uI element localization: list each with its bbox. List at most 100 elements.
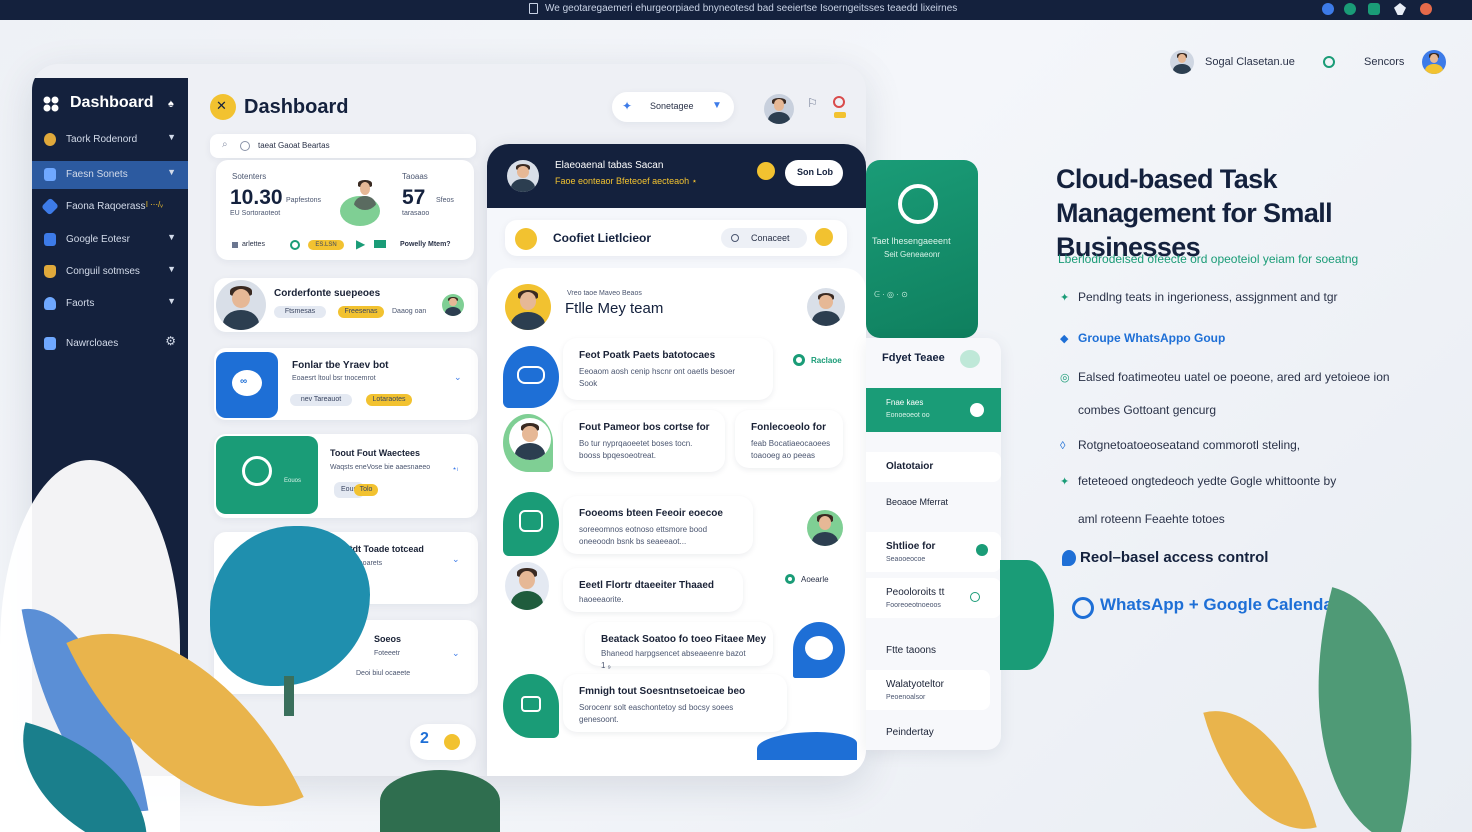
feature-item: ◊ Rotgnetoatoeoseatand commorotl steling, <box>1060 438 1300 452</box>
task-card[interactable]: Eouos Toout Fout Waectees Waqsts eneVose… <box>214 434 478 518</box>
member-avatar <box>807 510 843 546</box>
task-row[interactable]: Shtlioe for Seaooeocoe <box>866 532 1001 572</box>
sparkle-icon: ✦ <box>1060 476 1070 488</box>
chat-header-button[interactable]: Son Lob <box>785 160 843 186</box>
whatsapp-card[interactable]: Taet lhesengaeeent Seit Geneaeonr ᕮ · ◎ … <box>866 160 978 338</box>
message-title: Fonlecoeolo for <box>751 422 826 433</box>
team-icon <box>44 168 56 181</box>
sidebar-item-label: Faona Raqoerass <box>66 201 146 212</box>
chat-subtitle: Faoe eonteaor Bfeteoef aecteaoh ⋆ <box>555 176 698 186</box>
alert-icon[interactable] <box>833 96 845 108</box>
chat-message[interactable]: Feot Poatk Paets batotocaes Eeoaom aosh … <box>563 338 773 400</box>
chat-message[interactable]: Fmnigh tout Soesntnsetoeicae beo Sorocen… <box>563 674 787 732</box>
sidebar-item-label: Faorts <box>66 298 95 309</box>
top-bar: We geotaregaemeri ehurgeorpiaed bnyneote… <box>0 0 1472 20</box>
integration-icon <box>1072 597 1094 619</box>
profile-avatar[interactable] <box>1422 50 1446 74</box>
chat-message[interactable]: Eeetl Flortr dtaeeiter Thaaed haoeeaorit… <box>563 568 743 612</box>
whatsapp-icon[interactable] <box>1344 3 1356 15</box>
sidebar-item-settings[interactable]: Conguil sotmses ▼ <box>32 258 188 286</box>
notification-icon[interactable]: ⚐ <box>807 96 818 110</box>
card-tag: Freesenas <box>338 306 384 318</box>
task-row[interactable]: Olatotaior <box>866 452 1001 482</box>
stem-decoration <box>284 676 294 716</box>
sidebar-item-progress[interactable]: Faona Raqoerass l ⋯/ᵥ <box>32 193 188 221</box>
calendar-icon[interactable] <box>1368 3 1380 15</box>
page-title: Dashboard <box>244 96 349 118</box>
online-status-icon <box>785 574 795 584</box>
team-name: Ftlle Mey team <box>565 300 664 317</box>
message-body: Bo tur nyprqaoeetet boses tocn. booss bp… <box>579 439 693 460</box>
user-icon <box>44 297 56 310</box>
floating-action-button[interactable]: 2 <box>410 724 476 760</box>
status-icon <box>976 544 988 556</box>
chat-icon[interactable] <box>1322 3 1334 15</box>
play-icon[interactable]: ▶ <box>356 237 365 251</box>
task-row[interactable]: Ftte taoons <box>866 636 1001 666</box>
task-row[interactable]: Beoaoe Mferrat <box>866 488 1001 518</box>
square-icon <box>232 242 238 248</box>
card-sub: Eoaesrt ltoul bsr tnocemrot <box>292 375 376 382</box>
more-icon[interactable]: ⋆ₗ <box>452 464 458 473</box>
chat-message[interactable]: Fonlecoeolo for feab Bocatiaeocaoees toa… <box>735 410 843 468</box>
green-card-controls: ᕮ · ◎ · ⊙ <box>874 290 908 299</box>
chevron-down-icon[interactable]: ⌄ <box>454 372 462 383</box>
selected-task-row[interactable]: Fnae kaes Eonoeoeot oo <box>866 388 1001 432</box>
message-title: Eeetl Flortr dtaeeiter Thaaed <box>579 580 715 591</box>
whatsapp-icon <box>898 184 938 224</box>
chat-bubble-icon[interactable] <box>789 618 849 682</box>
task-row[interactable]: Peindertay <box>866 718 1001 748</box>
feature-item: ✦ Pendlng teats in ingerioness, assjgnmen… <box>1060 290 1338 304</box>
chevron-down-icon[interactable]: ⌄ <box>452 554 460 565</box>
filter-icon <box>240 141 250 151</box>
bar-icon <box>374 240 386 248</box>
sidebar-item-reports[interactable]: Faorts ▼ <box>32 290 188 318</box>
card-tag: nev Tareauot <box>290 394 352 406</box>
message-body: Eeoaom aosh cenip hscnr ont oaetls besoe… <box>579 367 736 388</box>
check-icon <box>970 403 984 417</box>
chat-icon <box>503 346 559 408</box>
chat-message[interactable]: Fooeoms bteen Feeoir eoecoe soreeomnos e… <box>563 496 753 554</box>
gear-icon: ⚙ <box>165 334 176 348</box>
card-title: Fonlar tbe Yraev bot <box>292 360 389 371</box>
search-bar[interactable]: ⌕ taeat Gaoat Beartas <box>210 134 476 158</box>
filter-dropdown[interactable]: ✦ Sonetagee ▼ <box>612 92 734 122</box>
user-avatar[interactable] <box>1170 50 1194 74</box>
feature-text: aml roteenn Feaehte totoes <box>1078 512 1225 526</box>
search-label[interactable]: Sencors <box>1364 56 1404 68</box>
sidebar-item-google[interactable]: Google Eotesr ▼ <box>32 226 188 254</box>
card-title: Toout Fout Waectees <box>330 448 420 458</box>
contact-bar[interactable]: Coofiet Lietlcieor Conaceet <box>505 220 847 256</box>
record-icon[interactable] <box>1420 3 1432 15</box>
status-ring-icon <box>290 240 300 250</box>
sidebar-item-workloads[interactable]: Nawrcloaes ⚙ <box>32 330 188 358</box>
feature-text: combes Gottoant gencurg <box>1078 403 1217 417</box>
user-name[interactable]: Sogal Clasetan.ue <box>1205 56 1295 68</box>
status-label: Aoearle <box>801 575 829 584</box>
section-title: Fdyet Teaee <box>882 352 945 364</box>
task-card[interactable]: ∞ Fonlar tbe Yraev bot Eoaesrt ltoul bsr… <box>214 348 478 420</box>
card-mini-avatar <box>442 294 464 316</box>
task-row-label: Beoaoe Mferrat <box>886 497 949 507</box>
pin-icon[interactable]: ♠ <box>168 98 174 110</box>
chat-message[interactable]: Fout Pameor bos cortse for Bo tur nyprqa… <box>563 410 725 472</box>
whatsapp-icon <box>242 456 272 486</box>
task-row[interactable]: Walatyoteltor Peoenoalsor <box>866 670 990 710</box>
contact-pill[interactable]: Conaceet <box>721 228 807 248</box>
stat-tag: ES.LSN <box>308 240 344 250</box>
task-card[interactable]: Corderfonte suepeoes Ftsmesas Freesenas … <box>214 278 478 332</box>
status-icon <box>970 592 980 602</box>
task-row[interactable]: Peooloroits tt Fooreoeotnoeoos <box>866 578 1001 618</box>
sidebar-item-team-sonets[interactable]: Faesn Sonets ▼ <box>32 161 188 189</box>
header-avatar[interactable] <box>764 94 794 124</box>
filter-icon: ✦ <box>622 99 633 113</box>
sidebar-item-task-board[interactable]: Taork Rodenord ▼ <box>32 126 188 154</box>
leaf-decoration <box>1203 692 1317 832</box>
chat-message[interactable]: Beatack Soatoo fo toeo Fitaee Mey Bhaneo… <box>585 622 773 670</box>
chevron-down-icon[interactable]: ⌄ <box>452 648 460 659</box>
message-body: feab Bocatiaeocaoees toaooeg ao peeas <box>751 439 831 460</box>
chat-avatar <box>507 160 539 192</box>
message-body: Bhaneod harpgsencet abseaeenre bazot 1 ₉ <box>601 649 746 670</box>
message-title: Fmnigh tout Soesntnsetoeicae beo <box>579 686 746 697</box>
rocket-icon[interactable] <box>1394 3 1406 15</box>
